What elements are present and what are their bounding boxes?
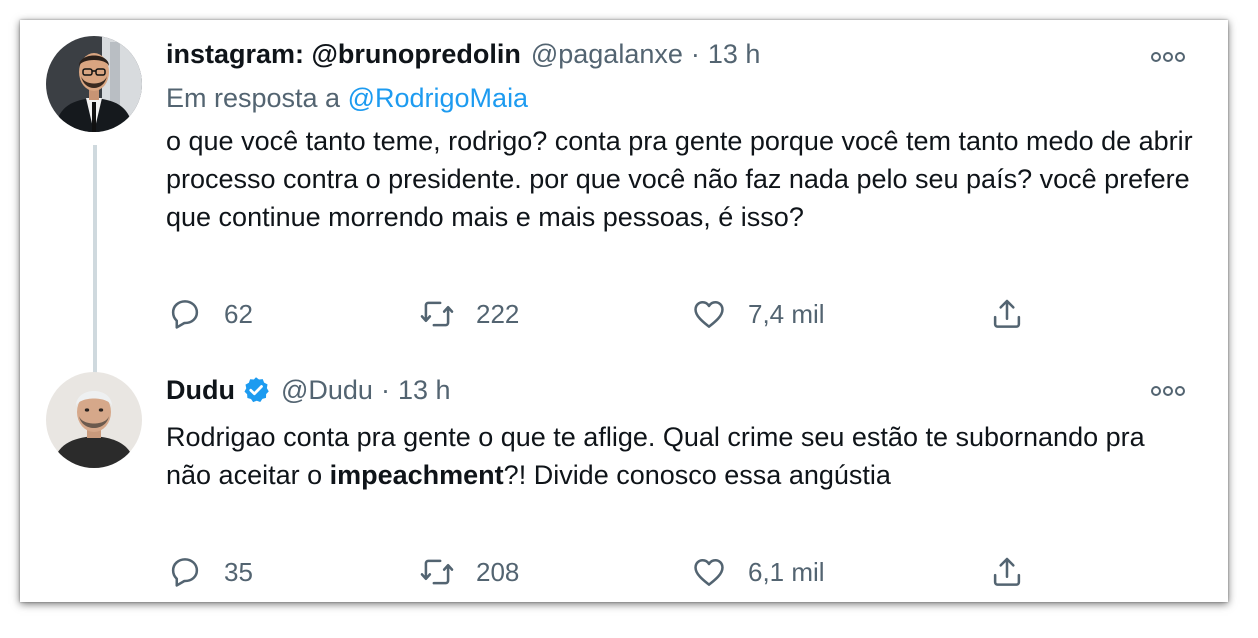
display-name[interactable]: Dudu (166, 370, 235, 410)
tweet-text-bold: impeachment (329, 460, 504, 490)
like-button[interactable]: 6,1 mil (690, 552, 825, 592)
retweet-count: 222 (476, 298, 520, 329)
reply-button[interactable]: 62 (166, 294, 253, 334)
retweet-button[interactable]: 208 (418, 552, 519, 592)
more-icon[interactable] (1150, 42, 1186, 72)
tweet-thread-card: instagram: @brunopredolin @pagalanxe · 1… (20, 20, 1228, 602)
tweet-text: o que você tanto teme, rodrigo? conta pr… (166, 126, 1193, 232)
tweet-actions: 62 222 7,4 mil (166, 294, 1066, 334)
timestamp[interactable]: 13 h (398, 370, 451, 410)
reply-context: Em resposta a @RodrigoMaia (166, 78, 528, 118)
reply-count: 35 (224, 556, 253, 587)
retweet-button[interactable]: 222 (418, 294, 519, 334)
retweet-icon (420, 301, 454, 327)
tweet-text: Rodrigao conta pra gente o que te aflige… (166, 418, 1146, 494)
thread-connector-line (93, 145, 97, 380)
share-icon (993, 299, 1021, 328)
display-name[interactable]: instagram: @brunopredolin (166, 34, 521, 74)
tweet-header: instagram: @brunopredolin @pagalanxe · 1… (166, 34, 760, 74)
avatar[interactable] (46, 372, 142, 468)
reply-count: 62 (224, 298, 253, 329)
separator-dot: · (690, 39, 700, 69)
tweet-actions: 35 208 6,1 mil (166, 552, 1066, 592)
like-icon (694, 559, 724, 586)
like-count: 6,1 mil (748, 556, 825, 587)
timestamp[interactable]: 13 h (708, 34, 761, 74)
user-handle[interactable]: @pagalanxe (531, 34, 683, 74)
reply-button[interactable]: 35 (166, 552, 253, 592)
verified-badge-icon (241, 375, 271, 405)
share-button[interactable] (988, 552, 1026, 592)
reply-prefix: Em resposta a (166, 83, 341, 113)
like-icon (694, 301, 724, 328)
tweet-text-part: ?! Divide conosco essa angústia (503, 460, 891, 490)
more-icon[interactable] (1150, 376, 1186, 406)
retweet-count: 208 (476, 556, 520, 587)
avatar[interactable] (46, 36, 142, 132)
reply-icon (171, 300, 199, 329)
share-button[interactable] (988, 294, 1026, 334)
reply-icon (171, 558, 199, 587)
share-icon (993, 557, 1021, 586)
retweet-icon (420, 559, 454, 585)
separator-dot: · (380, 375, 390, 405)
like-count: 7,4 mil (748, 298, 825, 329)
tweet-header: Dudu @Dudu · 13 h (166, 370, 451, 410)
reply-mention-link[interactable]: @RodrigoMaia (348, 83, 528, 113)
user-handle[interactable]: @Dudu (281, 370, 373, 410)
like-button[interactable]: 7,4 mil (690, 294, 825, 334)
